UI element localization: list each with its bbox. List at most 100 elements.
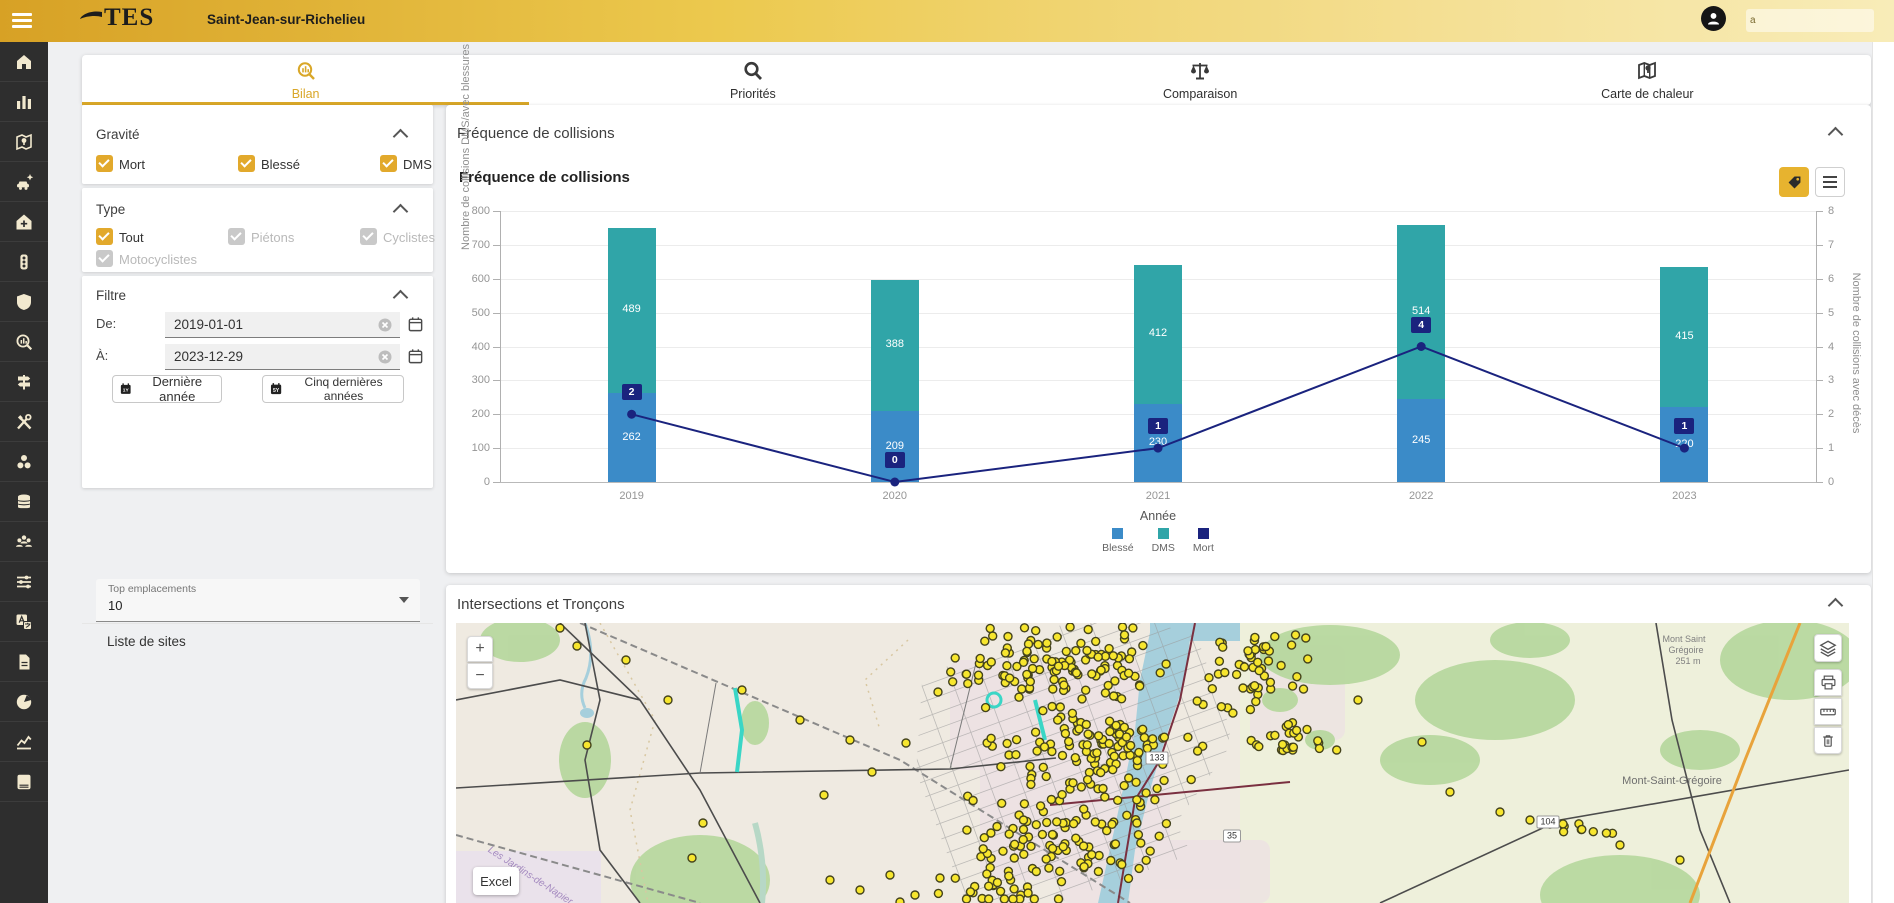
document-icon — [14, 652, 34, 672]
tick-mark — [1816, 482, 1823, 483]
sidebar-item-translate[interactable] — [0, 602, 48, 642]
user-name-field[interactable]: a — [1746, 9, 1874, 32]
date-from-input[interactable] — [165, 312, 400, 338]
legend-swatch — [1158, 528, 1169, 539]
sidebar-item-documents[interactable] — [0, 642, 48, 682]
sidebar-item-users[interactable] — [0, 522, 48, 562]
sidebar-item-stats[interactable] — [0, 82, 48, 122]
map-clear-button[interactable] — [1814, 727, 1842, 754]
tab-carte-de-chaleur[interactable]: Carte de chaleur — [1424, 55, 1871, 105]
y-axis-tick-left: 300 — [448, 374, 490, 386]
map-zoom-out-button[interactable]: − — [467, 663, 493, 689]
map-zoom-in-button[interactable]: + — [467, 636, 493, 662]
user-avatar[interactable] — [1701, 6, 1726, 31]
search-stats-icon — [14, 332, 34, 352]
tab-priorités[interactable]: Priorités — [529, 55, 976, 105]
page-scrollbar[interactable] — [1872, 42, 1894, 903]
sidebar-item-home-plus[interactable] — [0, 202, 48, 242]
main-tab-bar: Bilan Priorités Comparaison Carte de cha… — [82, 55, 1871, 105]
tab-comparaison[interactable]: Comparaison — [977, 55, 1424, 105]
sidebar-item-traffic[interactable] — [0, 242, 48, 282]
collapse-chevron-icon[interactable] — [393, 290, 409, 306]
logo-text: TES — [104, 4, 154, 32]
checkbox-label-mort: Mort — [119, 157, 145, 172]
tab-label: Comparaison — [1163, 87, 1237, 101]
legend-item-blessé[interactable]: Blessé — [1102, 528, 1134, 554]
sidebar-item-tools[interactable] — [0, 402, 48, 442]
sidebar-item-home[interactable] — [0, 42, 48, 82]
tick-mark — [493, 279, 500, 280]
calendar-1y-icon: 1Y — [119, 381, 132, 397]
sidebar-item-safety[interactable] — [0, 282, 48, 322]
map-measure-button[interactable] — [1814, 698, 1842, 725]
checkbox-label-motocyclistes: Motocyclistes — [119, 252, 197, 267]
chevron-down-icon — [399, 597, 409, 603]
sidebar-item-signs[interactable] — [0, 362, 48, 402]
signpost-icon — [14, 372, 34, 392]
clear-date-icon[interactable] — [377, 349, 393, 370]
sidebar-item-cluster[interactable] — [0, 442, 48, 482]
hamburger-menu-icon[interactable] — [12, 13, 32, 29]
checkbox-tout[interactable] — [96, 228, 113, 245]
sidebar-item-database[interactable] — [0, 482, 48, 522]
chart-menu-button[interactable] — [1815, 167, 1845, 197]
date-to-input[interactable] — [165, 344, 400, 370]
section-title-filtre: Filtre — [96, 288, 126, 303]
calendar-icon[interactable] — [407, 316, 424, 338]
map-print-button[interactable] — [1814, 669, 1842, 696]
y-axis-tick-left: 500 — [448, 307, 490, 319]
collapse-chevron-icon[interactable] — [393, 204, 409, 220]
excel-export-button[interactable]: Excel — [473, 867, 519, 895]
tick-mark — [1816, 448, 1823, 449]
collision-map[interactable]: Mont-Saint-GrégoireMont SaintGrégoire251… — [456, 623, 1849, 903]
map-panel-title: Intersections et Tronçons — [457, 596, 625, 613]
sidebar-item-analysis[interactable] — [0, 322, 48, 362]
tick-mark — [493, 380, 500, 381]
panel-collapse-chevron-icon[interactable] — [1828, 598, 1844, 614]
checkbox-cyclistes — [360, 228, 377, 245]
chart-legend: Blessé DMS Mort — [500, 528, 1816, 554]
tick-mark — [1816, 211, 1823, 212]
sites-list-label: Liste de sites — [107, 634, 186, 649]
sidebar-item-gauge[interactable] — [0, 682, 48, 722]
x-axis-tick: 2023 — [1654, 490, 1714, 502]
tick-mark — [1816, 313, 1823, 314]
trend-icon — [14, 732, 34, 752]
legend-item-dms[interactable]: DMS — [1152, 528, 1175, 554]
section-title-gravite: Gravité — [96, 127, 140, 142]
legend-label: Mort — [1193, 542, 1214, 554]
cluster-icon — [14, 452, 34, 472]
last-year-label: Dernière année — [139, 374, 215, 404]
sidebar-item-trends[interactable] — [0, 722, 48, 762]
legend-item-mort[interactable]: Mort — [1193, 528, 1214, 554]
collapse-chevron-icon[interactable] — [393, 129, 409, 145]
tab-label: Carte de chaleur — [1601, 87, 1693, 101]
mort-line-series — [500, 211, 1816, 488]
clear-date-icon[interactable] — [377, 317, 393, 338]
five-years-button[interactable]: 5Y Cinq dernières années — [262, 375, 404, 403]
top-locations-select[interactable]: Top emplacements 10 — [96, 579, 420, 622]
last-year-button[interactable]: 1Y Dernière année — [112, 375, 222, 403]
toggle-labels-button[interactable] — [1779, 167, 1809, 197]
tick-mark — [493, 245, 500, 246]
sidebar-item-settings[interactable] — [0, 562, 48, 602]
checkbox-blessé[interactable] — [238, 155, 255, 172]
panel-collapse-chevron-icon[interactable] — [1828, 127, 1844, 143]
checkbox-label-cyclistes: Cyclistes — [383, 230, 435, 245]
checkbox-dms[interactable] — [380, 155, 397, 172]
pie-icon — [14, 692, 34, 712]
sidebar-item-manual[interactable] — [0, 762, 48, 802]
sidebar-item-map[interactable] — [0, 122, 48, 162]
sites-list-item[interactable]: Liste de sites — [82, 623, 433, 660]
y-axis-tick-left: 100 — [448, 442, 490, 454]
sidebar-item-collisions[interactable] — [0, 162, 48, 202]
tick-mark — [493, 414, 500, 415]
tick-mark — [493, 482, 500, 483]
home-plus-icon — [14, 212, 34, 232]
calendar-icon[interactable] — [407, 348, 424, 370]
tick-mark — [1816, 414, 1823, 415]
map-layers-button[interactable] — [1814, 634, 1842, 662]
filter-section-gravite: Gravité MortBlesséDMS — [82, 105, 433, 184]
database-icon — [14, 492, 34, 512]
checkbox-mort[interactable] — [96, 155, 113, 172]
